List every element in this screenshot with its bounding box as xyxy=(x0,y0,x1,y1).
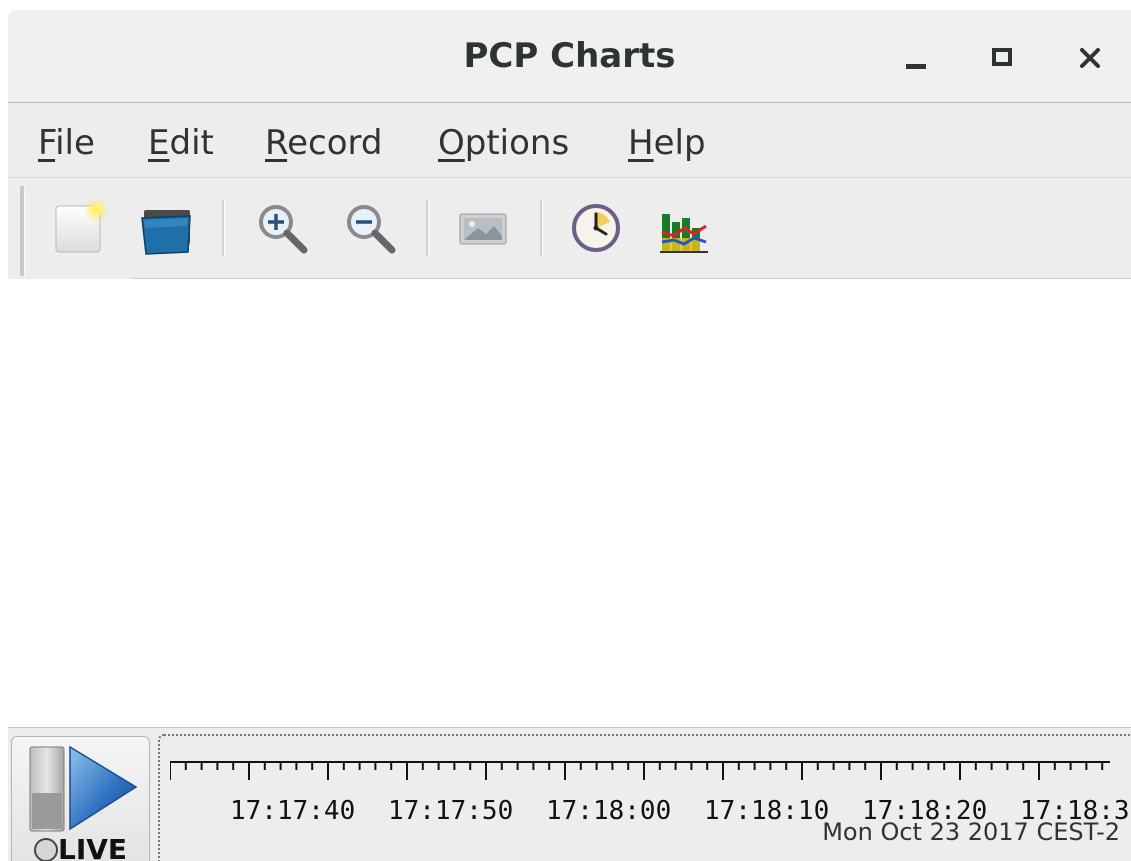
toolbar xyxy=(8,178,1131,278)
open-view-button[interactable] xyxy=(136,198,196,258)
zoom-out-button[interactable] xyxy=(340,198,400,258)
open-view-icon xyxy=(141,210,191,255)
timeline[interactable]: 17:17:40 17:17:50 17:18:00 17:18:10 17:1… xyxy=(158,734,1131,861)
toolbar-grip[interactable] xyxy=(20,186,25,276)
timeline-tick-label: 17:18:10 xyxy=(704,796,830,826)
new-chart-button[interactable] xyxy=(50,198,110,258)
timeline-axis xyxy=(170,761,1110,780)
close-icon xyxy=(1080,48,1100,68)
live-button[interactable]: LIVE xyxy=(11,736,150,861)
add-chart-icon xyxy=(660,214,708,253)
toolbar-separator xyxy=(540,200,543,256)
timeline-tick-label: 17:17:40 xyxy=(230,796,356,826)
toolbar-separator xyxy=(222,200,225,256)
timeline-tick-label: 17:17:50 xyxy=(388,796,514,826)
export-image-button[interactable] xyxy=(454,198,514,258)
export-image-icon xyxy=(459,213,507,245)
menu-file[interactable]: File xyxy=(38,123,95,163)
new-chart-icon xyxy=(55,198,108,253)
add-chart-button[interactable] xyxy=(654,198,714,258)
time-control-icon xyxy=(572,204,620,252)
chart-area[interactable] xyxy=(8,279,1131,728)
time-control-button[interactable] xyxy=(566,198,626,258)
zoom-in-icon xyxy=(259,205,308,254)
menu-record[interactable]: Record xyxy=(265,123,383,163)
live-label: LIVE xyxy=(58,833,128,861)
title-bar[interactable]: PCP Charts xyxy=(8,10,1131,103)
window-title: PCP Charts xyxy=(463,36,676,76)
menu-bar: File Edit Record Options Help xyxy=(8,103,1131,178)
maximize-button[interactable] xyxy=(982,32,1022,78)
timeline-tick-label: 17:18:00 xyxy=(546,796,672,826)
toolbar-separator xyxy=(426,200,429,256)
time-control-bar: LIVE 17:17:40 17:17:50 17:18:00 17:18:10… xyxy=(8,728,1131,861)
close-button[interactable] xyxy=(1070,32,1110,78)
menu-options[interactable]: Options xyxy=(438,123,569,163)
app-window: PCP Charts File Edit Record Options Help xyxy=(8,10,1131,861)
minimize-button[interactable] xyxy=(896,32,936,78)
timeline-date: Mon Oct 23 2017 CEST-2 xyxy=(822,818,1120,846)
menu-help[interactable]: Help xyxy=(628,123,706,163)
zoom-in-button[interactable] xyxy=(252,198,312,258)
zoom-out-icon xyxy=(347,205,396,254)
menu-edit[interactable]: Edit xyxy=(148,123,214,163)
